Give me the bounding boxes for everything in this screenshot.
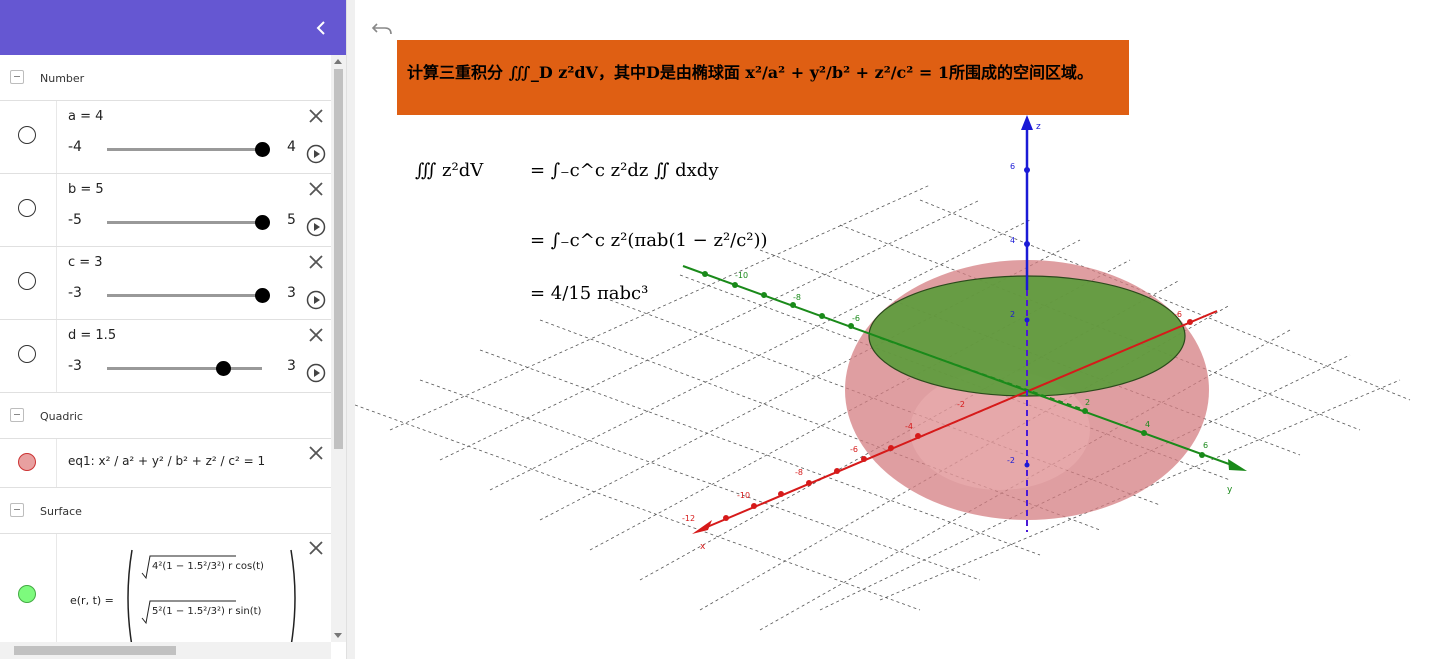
z-tick: 2 (1010, 310, 1016, 319)
slider-min: -3 (68, 358, 82, 374)
slider-definition[interactable]: c = 3 (68, 255, 103, 270)
visibility-toggle[interactable] (18, 585, 36, 603)
slider-knob[interactable] (216, 361, 232, 376)
vertical-scrollbar[interactable] (331, 55, 346, 642)
section-label: Quadric (40, 410, 83, 423)
x-tick: -6 (1174, 310, 1182, 319)
visibility-toggle[interactable] (18, 272, 36, 290)
y-tick: 4 (1145, 420, 1151, 429)
slider-knob[interactable] (255, 215, 270, 230)
y-tick: 2 (1085, 398, 1091, 407)
z-axis-label: z (1036, 122, 1041, 132)
slider-track[interactable] (107, 367, 262, 370)
slider-max: 4 (287, 139, 296, 155)
play-icon[interactable] (306, 217, 326, 237)
delete-icon[interactable] (308, 254, 324, 270)
y-axis-label: y (1227, 485, 1233, 495)
delete-icon[interactable] (308, 181, 324, 197)
slider-item-a[interactable]: a = 4 -4 4 (0, 101, 331, 174)
collapse-section-icon[interactable] (10, 408, 24, 422)
x-tick: -12 (682, 514, 696, 523)
z-tick: -2 (1007, 456, 1015, 465)
visibility-toggle[interactable] (18, 126, 36, 144)
slider-definition[interactable]: a = 4 (68, 109, 103, 124)
play-icon[interactable] (306, 363, 326, 383)
section-quadric[interactable]: Quadric (0, 393, 331, 439)
section-label: Number (40, 72, 85, 85)
y-tick: 6 (1203, 441, 1209, 450)
surface-item[interactable]: e(r, t) = 4²(1 − 1.5²/3²) r cos(t) 5²(1 … (0, 534, 331, 642)
slider-track[interactable] (107, 221, 262, 224)
section-number[interactable]: Number (0, 55, 331, 101)
slider-definition[interactable]: d = 1.5 (68, 328, 116, 343)
x-tick: -6 (850, 445, 858, 454)
slider-max: 5 (287, 212, 296, 228)
slider-track[interactable] (107, 148, 262, 151)
quadric-definition[interactable]: eq1: x² / a² + y² / b² + z² / c² = 1 (68, 454, 265, 468)
slider-item-c[interactable]: c = 3 -3 3 (0, 247, 331, 320)
quadric-item[interactable]: eq1: x² / a² + y² / b² + z² / c² = 1 (0, 439, 331, 488)
y-tick: -10 (735, 271, 749, 280)
solution-lhs: ∭ z²dV (415, 160, 484, 181)
slider-knob[interactable] (255, 288, 270, 303)
x-tick: -4 (905, 422, 913, 431)
surface-name[interactable]: e(r, t) = (70, 594, 114, 607)
slider-definition[interactable]: b = 5 (68, 182, 104, 197)
surface-row-2: 5²(1 − 1.5²/3²) r sin(t) (152, 606, 262, 617)
surface-row-1: 4²(1 − 1.5²/3²) r cos(t) (152, 561, 264, 572)
chevron-left-icon[interactable] (312, 18, 332, 38)
sidebar-header (0, 0, 346, 55)
slider-max: 3 (287, 358, 296, 374)
visibility-toggle[interactable] (18, 345, 36, 363)
x-tick: -10 (737, 491, 751, 500)
delete-icon[interactable] (308, 108, 324, 124)
solution-line-1: = ∫₋c^c z²dz ∬ dxdy (530, 160, 719, 181)
slider-min: -4 (68, 139, 82, 155)
slider-track[interactable] (107, 294, 262, 297)
problem-statement: 计算三重积分 ∭_D z²dV，其中D是由椭球面 x²/a² + y²/b² +… (407, 63, 1093, 82)
x-tick: -8 (795, 468, 803, 477)
slider-min: -5 (68, 212, 82, 228)
y-tick: -8 (793, 293, 801, 302)
y-tick: -6 (852, 314, 860, 323)
play-icon[interactable] (306, 144, 326, 164)
delete-icon[interactable] (308, 327, 324, 343)
undo-icon[interactable] (371, 19, 393, 37)
x-axis-label: x (700, 542, 706, 552)
scroll-thumb[interactable] (14, 646, 176, 655)
z-tick: 6 (1010, 162, 1016, 171)
solution-line-2: = ∫₋c^c z²(πab(1 − z²/c²)) (530, 230, 768, 251)
section-label: Surface (40, 505, 82, 518)
collapse-section-icon[interactable] (10, 70, 24, 84)
visibility-toggle[interactable] (18, 199, 36, 217)
play-icon[interactable] (306, 290, 326, 310)
slider-knob[interactable] (255, 142, 270, 157)
scroll-thumb[interactable] (334, 69, 343, 449)
algebra-view: Number a = 4 -4 4 b = 5 -5 5 c = 3 -3 3 … (0, 55, 331, 642)
collapse-section-icon[interactable] (10, 503, 24, 517)
algebra-sidebar: Number a = 4 -4 4 b = 5 -5 5 c = 3 -3 3 … (0, 0, 346, 659)
solution-line-3: = 4/15 πabc³ (530, 283, 649, 304)
visibility-toggle[interactable] (18, 453, 36, 471)
problem-banner: 计算三重积分 ∭_D z²dV，其中D是由椭球面 x²/a² + y²/b² +… (397, 40, 1129, 115)
slider-max: 3 (287, 285, 296, 301)
x-tick: -2 (957, 400, 965, 409)
delete-icon[interactable] (308, 445, 324, 461)
horizontal-scrollbar[interactable] (0, 642, 331, 659)
panel-divider[interactable] (346, 0, 355, 659)
section-surface[interactable]: Surface (0, 488, 331, 534)
slider-item-d[interactable]: d = 1.5 -3 3 (0, 320, 331, 393)
slider-min: -3 (68, 285, 82, 301)
delete-icon[interactable] (308, 540, 324, 556)
z-tick: 4 (1010, 236, 1016, 245)
slider-item-b[interactable]: b = 5 -5 5 (0, 174, 331, 247)
